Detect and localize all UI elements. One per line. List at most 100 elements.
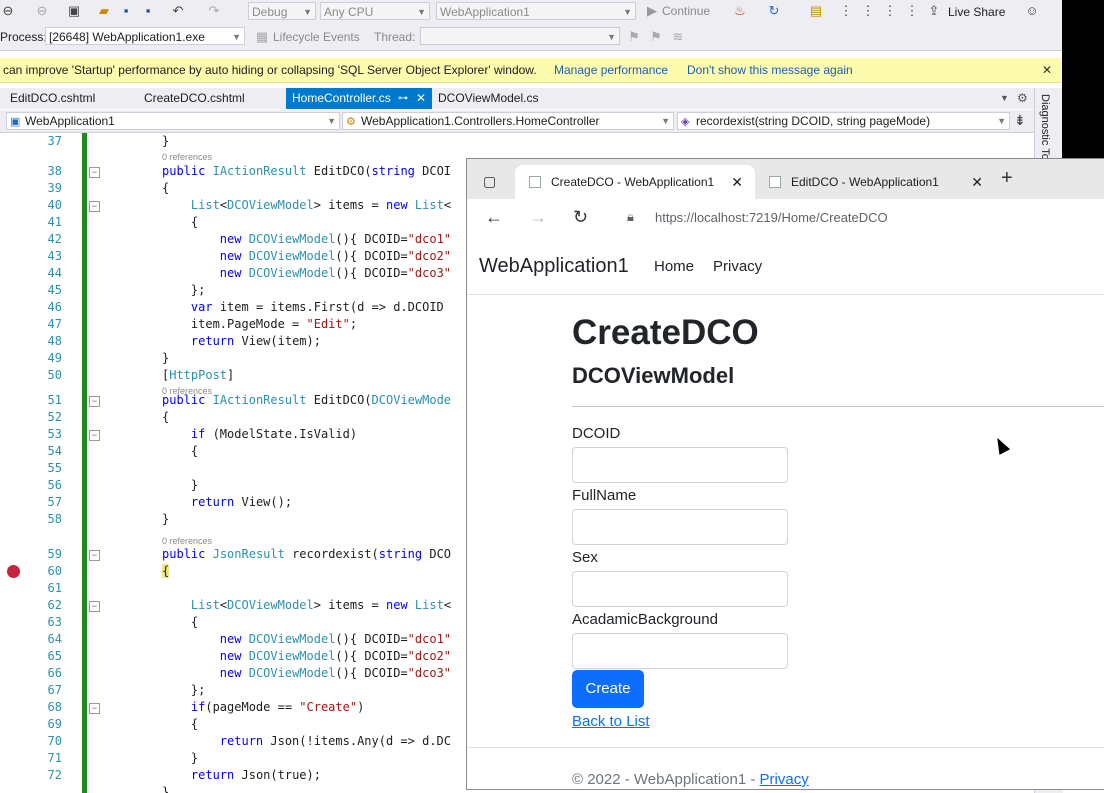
dcoid-label: DCOID [572, 425, 621, 442]
codelens-references[interactable]: 0 references [162, 151, 212, 163]
gear-icon[interactable]: ⚙ [1017, 91, 1028, 105]
browser-tab-createdco[interactable]: CreateDCO - WebApplication1 ✕ [515, 165, 755, 199]
collapse-icon[interactable]: − [89, 703, 100, 714]
process-dropdown[interactable]: [26648] WebApplication1.exe ▼ [45, 27, 245, 45]
line-number: 52 [47, 410, 62, 424]
line-number: 39 [47, 181, 62, 195]
page-icon [529, 176, 541, 188]
code-line: new DCOViewModel(){ DCOID="dco3" [219, 266, 452, 280]
fullname-input[interactable] [572, 509, 788, 545]
code-line: { [162, 717, 199, 731]
line-number: 59 [47, 547, 62, 561]
startup-project-dropdown[interactable]: WebApplication1 ▼ [436, 2, 636, 20]
footer-divider [467, 747, 1104, 748]
thread-dropdown[interactable]: ▼ [420, 27, 620, 45]
restart-icon[interactable]: ↻ [766, 3, 782, 19]
collapse-icon[interactable]: − [89, 550, 100, 561]
create-button[interactable]: Create [572, 670, 644, 708]
sex-input[interactable] [572, 571, 788, 607]
browser-tab-strip: ▢ CreateDCO - WebApplication1 ✕ EditDCO … [467, 159, 1104, 199]
manage-performance-link[interactable]: Manage performance [554, 62, 668, 78]
class-dropdown[interactable]: ⚙ WebApplication1.Controllers.HomeContro… [342, 112, 674, 130]
close-icon[interactable]: ✕ [971, 165, 983, 199]
refresh-icon[interactable]: ↻ [573, 208, 588, 226]
code-line: var item = items.First(d => d.DCOID [190, 300, 444, 314]
navigate-forward-icon[interactable]: ⊖ [34, 3, 50, 19]
code-line: }; [162, 683, 206, 697]
breakpoint-icon[interactable] [7, 565, 20, 578]
chevron-down-icon[interactable]: ▼ [1000, 93, 1009, 103]
nav-link-privacy[interactable]: Privacy [713, 258, 762, 275]
step-icon[interactable]: ⋮ [838, 3, 854, 19]
split-icon[interactable]: ⇟ [1014, 112, 1026, 129]
navigate-back-icon[interactable]: ⊖ [0, 3, 16, 19]
tab-homecontroller-cs[interactable]: HomeController.cs ⊶ ✕ [286, 88, 432, 109]
redo-icon[interactable]: ↷ [206, 3, 222, 19]
save-icon[interactable]: ▪ [118, 3, 134, 19]
collapse-icon[interactable]: − [89, 396, 100, 407]
feedback-icon[interactable]: ☺ [1024, 3, 1040, 19]
solution-config-dropdown[interactable]: Debug ▼ [248, 2, 316, 20]
dont-show-again-link[interactable]: Don't show this message again [687, 62, 853, 78]
footer-privacy-link[interactable]: Privacy [760, 771, 809, 788]
code-line: return View(item); [190, 334, 321, 348]
line-number: 55 [47, 461, 62, 475]
thread-icon[interactable]: ≋ [670, 29, 686, 45]
close-icon[interactable]: ✕ [416, 88, 426, 109]
close-icon[interactable]: ✕ [1042, 62, 1052, 78]
new-tab-button[interactable]: + [1001, 167, 1013, 190]
collapse-icon[interactable]: − [89, 601, 100, 612]
line-number: 45 [47, 283, 62, 297]
collapse-icon[interactable]: − [89, 201, 100, 212]
flag-icon[interactable]: ⚑ [648, 29, 664, 45]
live-share-button[interactable]: Live Share [948, 3, 1005, 21]
platform-dropdown[interactable]: Any CPU ▼ [320, 2, 430, 20]
browse-icon[interactable]: ▤ [808, 3, 824, 19]
site-brand[interactable]: WebApplication1 [479, 255, 629, 278]
hot-reload-icon[interactable]: ♨ [732, 3, 748, 19]
step-icon[interactable]: ⋮ [904, 3, 920, 19]
close-icon[interactable]: ✕ [731, 165, 743, 199]
undo-icon[interactable]: ↶ [170, 3, 186, 19]
academic-background-input[interactable] [572, 633, 788, 669]
footer-text: © 2022 - WebApplication1 - [572, 771, 760, 788]
vs-debug-location-toolbar: Process: [26648] WebApplication1.exe ▼ ▦ … [0, 24, 1062, 51]
collapse-icon[interactable]: − [89, 430, 100, 441]
play-icon: ▶ [647, 3, 657, 18]
pin-icon[interactable]: ⊶ [398, 88, 408, 109]
back-to-list-link[interactable]: Back to List [572, 713, 650, 730]
flag-icon[interactable]: ⚑ [626, 29, 642, 45]
tab-dcoviewmodel-cs[interactable]: DCOViewModel.cs [432, 88, 544, 109]
line-number: 47 [47, 317, 62, 331]
collapse-icon[interactable]: − [89, 167, 100, 178]
code-line: { [162, 615, 199, 629]
tab-createdco-cshtml[interactable]: CreateDCO.cshtml [138, 88, 251, 109]
open-folder-icon[interactable]: ▰ [96, 3, 112, 19]
tab-editdco-cshtml[interactable]: EditDCO.cshtml [4, 88, 101, 109]
browser-tab-editdco[interactable]: EditDCO - WebApplication1 ✕ [755, 165, 995, 199]
lifecycle-events-button[interactable]: Lifecycle Events [273, 28, 360, 46]
step-icon[interactable]: ⋮ [860, 3, 876, 19]
step-icon[interactable]: ⋮ [882, 3, 898, 19]
solution-config-value: Debug [252, 5, 288, 19]
code-line: } [162, 785, 170, 793]
nav-link-home[interactable]: Home [654, 258, 694, 275]
project-dropdown[interactable]: ▣ WebApplication1 ▼ [6, 112, 340, 130]
tab-actions-icon[interactable]: ▢ [483, 173, 496, 190]
back-arrow-icon[interactable]: ← [485, 208, 503, 226]
code-line: return View(); [190, 495, 293, 509]
member-dropdown[interactable]: ◈ recordexist(string DCOID, string pageM… [677, 112, 1010, 130]
url-field[interactable]: https://localhost:7219/Home/CreateDCO [655, 210, 888, 225]
codelens-references[interactable]: 0 references [162, 385, 212, 397]
dcoid-input[interactable] [572, 447, 788, 483]
lock-icon[interactable]: 🔒︎ [627, 209, 634, 225]
save-all-icon[interactable]: ▪ [140, 3, 156, 19]
chevron-down-icon: ▼ [303, 7, 312, 17]
editor-navigation-bar: ▣ WebApplication1 ▼ ⚙ WebApplication1.Con… [0, 110, 1034, 133]
code-line: return Json(!items.Any(d => d.DC [219, 734, 451, 748]
code-line: } [162, 134, 170, 148]
forward-arrow-icon[interactable]: → [529, 208, 547, 226]
continue-button[interactable]: Continue [662, 2, 710, 20]
codelens-references[interactable]: 0 references [162, 535, 212, 547]
new-item-icon[interactable]: ▣ [66, 3, 82, 19]
